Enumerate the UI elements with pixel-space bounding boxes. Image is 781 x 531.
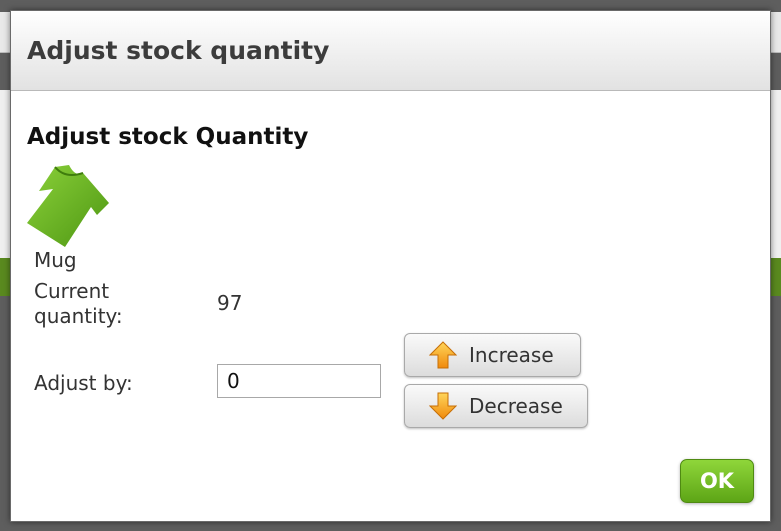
decrease-button-label: Decrease: [469, 394, 563, 418]
product-name: Mug: [34, 248, 77, 272]
arrow-up-icon: [429, 341, 457, 369]
adjust-stock-dialog: Adjust stock quantity Adjust stock Quant…: [10, 10, 771, 522]
adjust-by-input[interactable]: [217, 364, 381, 398]
arrow-down-icon: [429, 392, 457, 420]
increase-button-label: Increase: [469, 343, 554, 367]
dialog-title: Adjust stock quantity: [27, 36, 330, 65]
dialog-header: Adjust stock quantity: [11, 11, 770, 91]
decrease-button[interactable]: Decrease: [404, 384, 588, 428]
increase-button[interactable]: Increase: [404, 333, 581, 377]
tshirt-icon: [27, 165, 109, 247]
current-quantity-value: 97: [217, 291, 243, 315]
ok-button[interactable]: OK: [680, 459, 754, 503]
section-title: Adjust stock Quantity: [27, 124, 309, 150]
current-quantity-label: Current quantity:: [34, 279, 123, 328]
adjust-by-label: Adjust by:: [34, 371, 133, 395]
